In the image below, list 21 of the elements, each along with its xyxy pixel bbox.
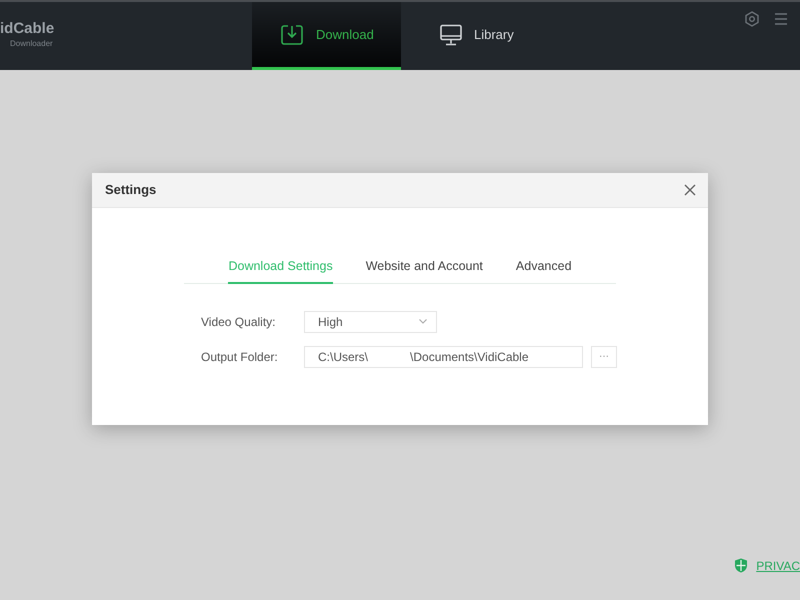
path-start: C:\Users\ — [318, 348, 368, 366]
browse-button[interactable]: ··· — [591, 346, 617, 368]
quality-dropdown[interactable]: High — [304, 310, 437, 333]
chevron-down-icon — [419, 319, 427, 324]
field-label: Output Folder: — [201, 348, 279, 366]
monitor-icon — [440, 24, 462, 46]
field-label: Video Quality: — [201, 314, 276, 331]
settings-tab[interactable]: Website and Account — [366, 257, 483, 284]
shield-icon — [734, 558, 748, 573]
settings-icon[interactable] — [744, 11, 760, 27]
settings-tab[interactable]: Advanced — [516, 257, 572, 284]
logo-subtitle: Downloader — [10, 40, 53, 48]
folder-path-field[interactable]: C:\Users\ \Documents\VidiCable — [304, 346, 583, 368]
nav-tab[interactable]: Library — [401, 2, 550, 70]
dialog-title: Settings — [105, 181, 156, 200]
download-icon — [281, 24, 303, 46]
nav-tab[interactable]: Download — [252, 2, 401, 70]
path-end: \Documents\VidiCable — [410, 348, 529, 366]
menu-icon[interactable] — [774, 11, 788, 27]
close-icon[interactable] — [684, 184, 696, 196]
logo-title: idCable — [0, 20, 54, 36]
